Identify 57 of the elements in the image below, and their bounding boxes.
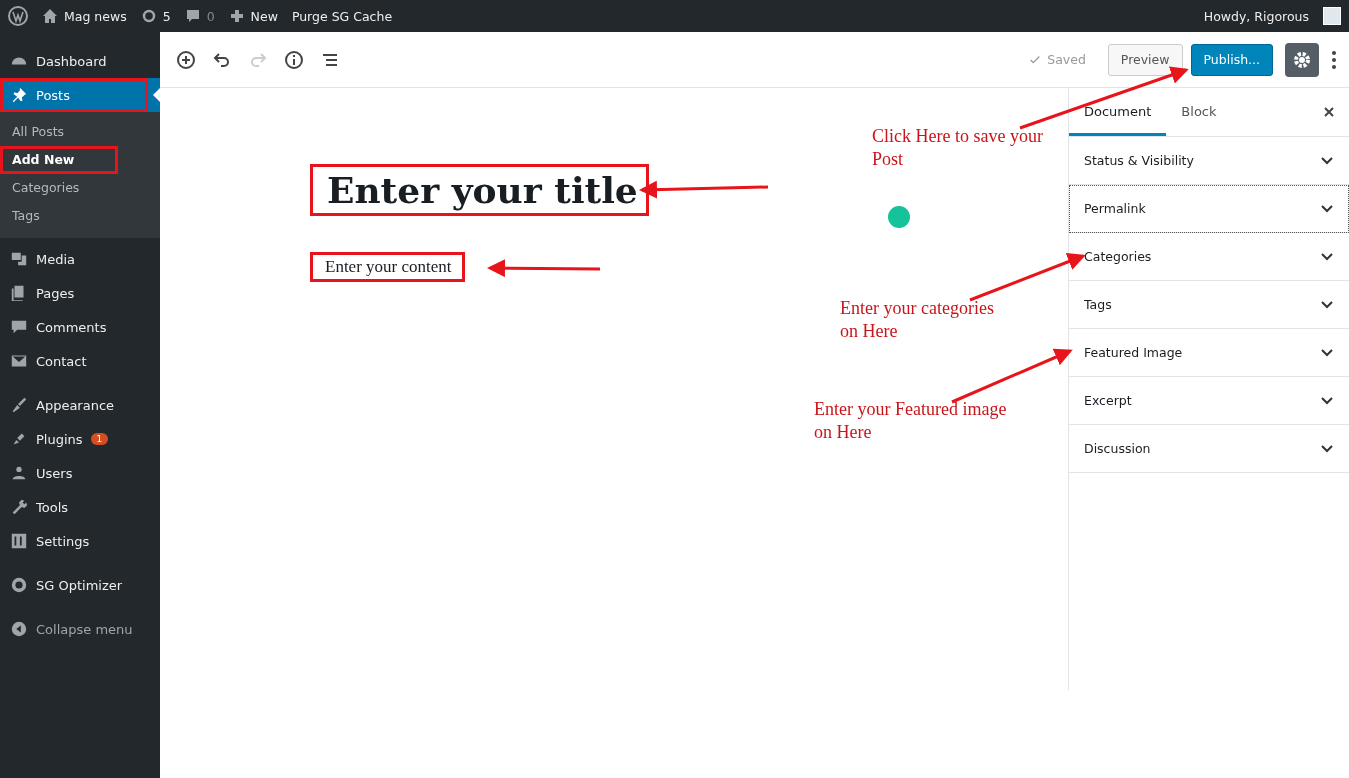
submenu-item[interactable]: All Posts: [0, 118, 160, 146]
updates-link[interactable]: 5: [140, 8, 171, 24]
settings-button[interactable]: [1285, 42, 1319, 77]
wrench-icon: [10, 498, 28, 516]
publish-button[interactable]: Publish...: [1190, 43, 1273, 76]
menu-item[interactable]: Comments: [0, 310, 160, 344]
left-arrow-circle-icon: [10, 620, 28, 638]
current-page-pointer-icon: [153, 88, 160, 102]
site-name-link[interactable]: Mag news: [42, 8, 127, 24]
menu-item[interactable]: Plugins 1: [0, 422, 160, 456]
greeting-link[interactable]: Howdy, Rigorous: [1203, 8, 1309, 24]
panel-section[interactable]: Excerpt: [1069, 377, 1349, 425]
menu-item[interactable]: Media: [0, 242, 160, 276]
comments-link[interactable]: 0: [184, 8, 215, 24]
panel-section[interactable]: Featured Image: [1069, 329, 1349, 377]
menu-item[interactable]: Settings: [0, 524, 160, 558]
submenu-item[interactable]: Categories: [0, 174, 160, 202]
menu-item[interactable]: Dashboard: [0, 44, 160, 78]
menu-item[interactable]: Appearance: [0, 388, 160, 422]
new-link[interactable]: New: [228, 8, 278, 24]
post-title[interactable]: Enter your title: [310, 164, 649, 216]
submenu-item[interactable]: Add New: [0, 146, 118, 174]
panel-section[interactable]: Discussion: [1069, 425, 1349, 473]
more-options-icon[interactable]: [1331, 49, 1337, 70]
menu-item[interactable]: SG Optimizer: [0, 568, 160, 602]
collapse-menu-button[interactable]: Collapse menu: [0, 612, 160, 646]
menu-item[interactable]: Users: [0, 456, 160, 490]
panel-section[interactable]: Status & Visibility: [1069, 137, 1349, 185]
menu-item[interactable]: Pages: [0, 276, 160, 310]
grammar-check-icon[interactable]: [888, 206, 910, 228]
purge-cache-link[interactable]: Purge SG Cache: [291, 8, 393, 24]
annotation-text: Click Here to save your Post: [872, 125, 1044, 171]
menu-item[interactable]: Tools: [0, 490, 160, 524]
annotation-text: Enter your Featured image on Here: [814, 398, 1008, 444]
update-count-badge: 1: [90, 433, 109, 445]
close-icon[interactable]: [1323, 106, 1335, 118]
panel-section[interactable]: Tags: [1069, 281, 1349, 329]
person-icon: [10, 464, 28, 482]
menu-item[interactable]: Posts: [0, 78, 160, 112]
post-content[interactable]: Enter your content: [310, 252, 465, 282]
annotation-text: Enter your categories on Here: [840, 297, 995, 343]
gear-icon: [1292, 49, 1312, 70]
panel-tab[interactable]: Block: [1166, 88, 1232, 136]
submenu-item[interactable]: Tags: [0, 202, 160, 230]
menu-item[interactable]: Contact: [0, 344, 160, 378]
house-icon: [42, 8, 58, 24]
wordpress-logo-icon[interactable]: [8, 6, 28, 26]
plus-icon: [228, 8, 245, 24]
panel-section[interactable]: Categories: [1069, 233, 1349, 281]
panel-tab[interactable]: Document: [1069, 88, 1167, 136]
preview-button[interactable]: Preview: [1107, 43, 1183, 76]
media-icon: [10, 250, 28, 268]
brush-icon: [10, 396, 28, 414]
comment-icon: [184, 8, 201, 24]
panel-section[interactable]: Permalink: [1069, 185, 1349, 233]
saved-status: Saved: [1028, 52, 1086, 67]
pin-icon: [10, 86, 28, 104]
